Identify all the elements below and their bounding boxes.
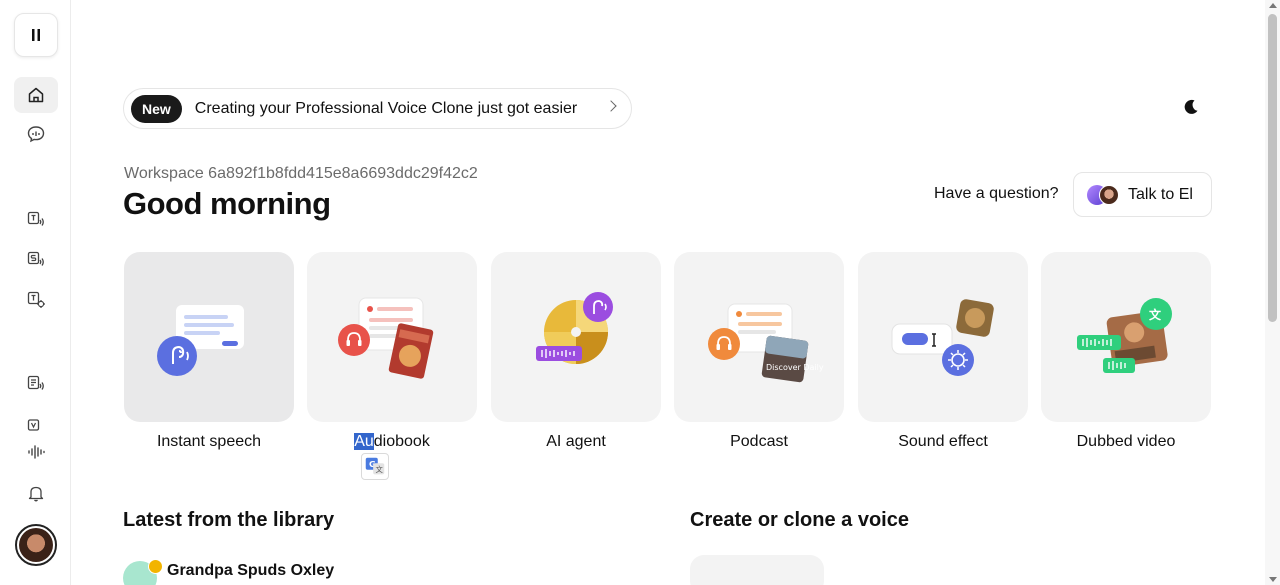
sidebar-toggle-button[interactable] <box>14 13 58 57</box>
home-icon <box>28 87 44 103</box>
sidebar-item-sound-effects[interactable] <box>14 282 58 318</box>
avatar-image <box>19 528 53 562</box>
talk-to-el-label: Talk to El <box>1128 185 1193 203</box>
podcast-illustration: Discover Daily <box>708 303 824 383</box>
instant-speech-illustration <box>157 305 244 376</box>
announcement-banner[interactable]: New Creating your Professional Voice Clo… <box>123 88 632 129</box>
text-to-speech-icon <box>27 211 44 226</box>
library-item-name: Grandpa Spuds Oxley <box>167 562 335 579</box>
sidebar <box>0 0 71 585</box>
card-dubbed-video[interactable]: 文 <box>1041 252 1211 422</box>
dubbing-icon <box>27 419 40 431</box>
waveform-icon <box>28 445 45 459</box>
sidebar-item-voices[interactable] <box>14 434 58 470</box>
speech-to-speech-icon <box>27 251 44 266</box>
podcast-cover-text: Discover Daily <box>766 363 824 372</box>
dubbed-video-illustration: 文 <box>1077 298 1172 373</box>
card-label-audiobook-rest: diobook <box>373 433 430 450</box>
svg-text:文: 文 <box>375 465 383 474</box>
clone-voice-card[interactable] <box>690 555 824 585</box>
help-question: Have a question? <box>934 185 1059 202</box>
library-item[interactable]: Grandpa Spuds Oxley <box>123 559 335 585</box>
scroll-down-arrow-icon[interactable] <box>1269 577 1277 582</box>
announcement-text: Creating your Professional Voice Clone j… <box>194 99 578 117</box>
card-label-audiobook: Audiobook <box>307 433 477 451</box>
card-label-sound-effect: Sound effect <box>898 433 988 450</box>
bell-icon <box>28 486 44 502</box>
sidebar-item-notifications[interactable] <box>14 475 58 511</box>
card-label-podcast: Podcast <box>730 433 788 450</box>
google-translate-icon[interactable]: G 文 <box>361 453 389 480</box>
scrollbar[interactable] <box>1265 0 1280 585</box>
sidebar-item-home[interactable] <box>14 77 58 113</box>
sidebar-item-speech-to-speech[interactable] <box>14 242 58 278</box>
document-audio-icon <box>27 375 44 390</box>
section-title-clone-voice: Create or clone a voice <box>690 509 909 531</box>
new-badge: New <box>131 94 182 123</box>
moon-icon[interactable] <box>1181 97 1201 117</box>
chat-bubble-icon <box>27 126 45 143</box>
talk-to-el-button[interactable]: Talk to El <box>1073 172 1212 217</box>
card-label-dubbed-video: Dubbed video <box>1076 433 1176 450</box>
card-podcast[interactable]: Discover Daily <box>674 252 844 422</box>
audiobook-illustration <box>338 297 434 379</box>
card-sound-effect[interactable] <box>858 252 1028 422</box>
sidebar-item-voice-agent[interactable] <box>14 116 58 152</box>
card-label-ai-agent: AI agent <box>546 433 606 450</box>
page-title: Good morning <box>123 186 331 221</box>
sidebar-item-text-to-speech[interactable] <box>14 202 58 238</box>
sidebar-item-studio[interactable] <box>14 366 58 402</box>
workspace-id: Workspace 6a892f1b8fdd415e8a6693ddc29f42… <box>124 165 478 182</box>
card-label-instant-speech: Instant speech <box>156 433 262 450</box>
chevron-right-icon <box>605 100 617 112</box>
sound-effects-icon <box>27 291 45 308</box>
card-audiobook[interactable] <box>307 252 477 422</box>
section-title-library: Latest from the library <box>123 509 335 531</box>
sound-effect-illustration <box>891 299 994 376</box>
voice-avatar <box>123 559 163 585</box>
verified-badge-icon <box>148 559 163 574</box>
card-ai-agent[interactable] <box>491 252 661 422</box>
agent-avatars <box>1087 184 1121 205</box>
svg-text:文: 文 <box>1149 307 1162 322</box>
pause-icon <box>32 29 40 41</box>
ai-agent-illustration <box>536 292 613 364</box>
scroll-up-arrow-icon[interactable] <box>1269 3 1277 8</box>
selected-text: Au <box>354 433 374 450</box>
scroll-thumb[interactable] <box>1268 14 1277 322</box>
user-avatar[interactable] <box>15 524 57 566</box>
card-instant-speech[interactable] <box>124 252 294 422</box>
